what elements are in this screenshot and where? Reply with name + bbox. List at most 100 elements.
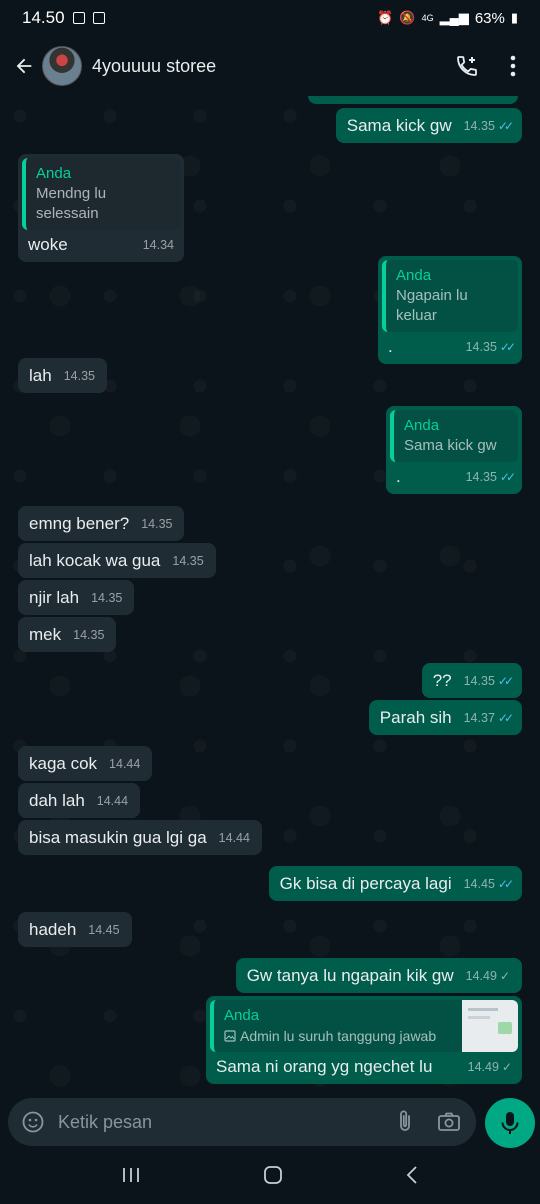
read-ticks-icon: ✓✓ — [497, 877, 514, 891]
battery-percent: 63% — [474, 9, 505, 27]
message-bubble[interactable]: Anda Admin lu suruh tanggung jawab Sama … — [206, 996, 522, 1084]
message-time: 14.44 — [109, 757, 141, 771]
message-bubble[interactable]: Parah sih 14.37 ✓✓ — [368, 700, 522, 735]
alarm-icon: ⏰ — [377, 10, 394, 25]
message-time: 14.35 — [463, 674, 495, 688]
message-bubble[interactable]: njir lah 14.35 — [18, 580, 135, 615]
nav-back-icon[interactable] — [405, 1165, 419, 1190]
home-icon[interactable] — [263, 1165, 283, 1190]
system-nav-bar — [0, 1150, 540, 1204]
message-text: kaga cok — [29, 754, 98, 773]
message-bubble[interactable]: Anda Mendng lu selessain woke 14.34 — [18, 154, 184, 262]
message-text: lah kocak wa gua — [29, 551, 161, 570]
message-time: 14.35 — [172, 554, 204, 568]
quote-author: Anda — [396, 267, 432, 284]
attach-icon[interactable] — [390, 1107, 420, 1137]
message-time: 14.45 — [463, 877, 495, 891]
signal-icon: ▂▄▆ — [439, 10, 469, 25]
message-composer: Ketik pesan — [8, 1098, 476, 1146]
quoted-message[interactable]: Anda Mendng lu selessain — [22, 158, 180, 230]
message-bubble[interactable]: lah 14.35 — [18, 358, 107, 393]
message-bubble[interactable]: Anda Sama kick gw . 14.35 ✓✓ — [386, 406, 522, 494]
quote-text: Ngapain lu keluar — [396, 287, 468, 324]
status-bar: 14.50 ⏰ 🔕 4G ▂▄▆ 63% ▮ — [0, 0, 540, 36]
message-time: 14.35 — [73, 628, 105, 642]
add-call-icon[interactable] — [450, 49, 484, 83]
read-ticks-icon: ✓✓ — [497, 711, 514, 725]
read-ticks-icon: ✓✓ — [497, 674, 514, 688]
message-time: 14.35 — [63, 369, 95, 383]
message-time: 14.34 — [142, 238, 174, 252]
message-bubble-partial[interactable] — [308, 96, 518, 104]
quote-author: Anda — [404, 417, 440, 434]
mic-icon[interactable] — [485, 1098, 535, 1148]
more-vert-icon[interactable] — [496, 49, 530, 83]
mute-icon: 🔕 — [399, 10, 416, 25]
message-text: bisa masukin gua lgi ga — [29, 828, 207, 847]
message-time: 14.45 — [88, 923, 120, 937]
quoted-message[interactable]: Anda Admin lu suruh tanggung jawab — [210, 1000, 518, 1052]
chat-area[interactable]: Sama kick gw 14.35 ✓✓ Anda Mendng lu sele… — [0, 96, 540, 1094]
back-arrow-icon[interactable] — [10, 52, 38, 80]
image-icon — [224, 1030, 236, 1042]
message-text: Sama kick gw — [346, 116, 452, 135]
message-bubble[interactable]: Gk bisa di percaya lagi 14.45 ✓✓ — [268, 866, 522, 901]
message-text: woke — [28, 235, 68, 254]
sent-tick-icon: ✓ — [501, 1060, 512, 1074]
message-time: 14.35 — [141, 517, 173, 531]
message-bubble[interactable]: lah kocak wa gua 14.35 — [18, 543, 216, 578]
message-bubble[interactable]: ?? 14.35 ✓✓ — [421, 663, 522, 698]
message-bubble[interactable]: emng bener? 14.35 — [18, 506, 185, 541]
quote-text: Mendng lu selessain — [36, 185, 107, 222]
gallery-notification-icon — [72, 12, 85, 24]
quote-thumbnail — [462, 1000, 518, 1052]
chat-header: 4youuuu storee — [0, 36, 540, 96]
message-bubble[interactable]: Sama kick gw 14.35 ✓✓ — [335, 108, 522, 143]
message-text: mek — [29, 625, 62, 644]
quote-author: Anda — [36, 165, 72, 182]
message-bubble[interactable]: dah lah 14.44 — [18, 783, 141, 818]
battery-icon: ▮ — [510, 10, 518, 25]
message-time: 14.35 — [465, 340, 497, 354]
emoji-icon[interactable] — [20, 1109, 46, 1135]
camera-icon[interactable] — [434, 1107, 464, 1137]
message-time: 14.35 — [463, 119, 495, 133]
message-text: ?? — [432, 671, 452, 690]
message-time: 14.35 — [465, 470, 497, 484]
message-text: dah lah — [29, 791, 85, 810]
message-time: 14.37 — [463, 711, 495, 725]
message-time: 14.35 — [91, 591, 123, 605]
message-text: . — [396, 467, 401, 486]
read-ticks-icon: ✓✓ — [499, 340, 516, 354]
message-text: hadeh — [29, 920, 77, 939]
message-text: Gk bisa di percaya lagi — [279, 874, 452, 893]
message-bubble[interactable]: kaga cok 14.44 — [18, 746, 153, 781]
message-bubble[interactable]: bisa masukin gua lgi ga 14.44 — [18, 820, 262, 855]
check-notification-icon — [92, 12, 105, 24]
message-text: njir lah — [29, 588, 80, 607]
quoted-message[interactable]: Anda Ngapain lu keluar — [382, 260, 518, 332]
read-ticks-icon: ✓✓ — [499, 470, 516, 484]
status-time: 14.50 — [22, 8, 65, 27]
message-text: Sama ni orang yg ngechet lu — [216, 1057, 433, 1076]
contact-avatar[interactable] — [42, 46, 82, 86]
message-time: 14.44 — [218, 831, 250, 845]
sent-tick-icon: ✓ — [499, 969, 510, 983]
message-bubble[interactable]: Gw tanya lu ngapain kik gw 14.49 ✓ — [235, 958, 522, 993]
quote-author: Anda — [224, 1007, 260, 1024]
message-bubble[interactable]: Anda Ngapain lu keluar . 14.35 ✓✓ — [378, 256, 522, 364]
message-text: Gw tanya lu ngapain kik gw — [246, 966, 454, 985]
message-bubble[interactable]: hadeh 14.45 — [18, 912, 132, 947]
message-time: 14.49 — [465, 969, 497, 983]
contact-name[interactable]: 4youuuu storee — [92, 56, 438, 77]
message-input[interactable]: Ketik pesan — [58, 1112, 376, 1133]
quoted-message[interactable]: Anda Sama kick gw — [390, 410, 518, 462]
message-text: . — [388, 337, 393, 356]
message-text: Parah sih — [379, 708, 452, 727]
recents-icon[interactable] — [121, 1167, 141, 1188]
quote-text: Admin lu suruh tanggung jawab — [240, 1028, 437, 1044]
quote-text: Sama kick gw — [404, 437, 497, 454]
network-type-label: 4G — [421, 13, 434, 23]
message-bubble[interactable]: mek 14.35 — [18, 617, 117, 652]
message-text: emng bener? — [29, 514, 130, 533]
